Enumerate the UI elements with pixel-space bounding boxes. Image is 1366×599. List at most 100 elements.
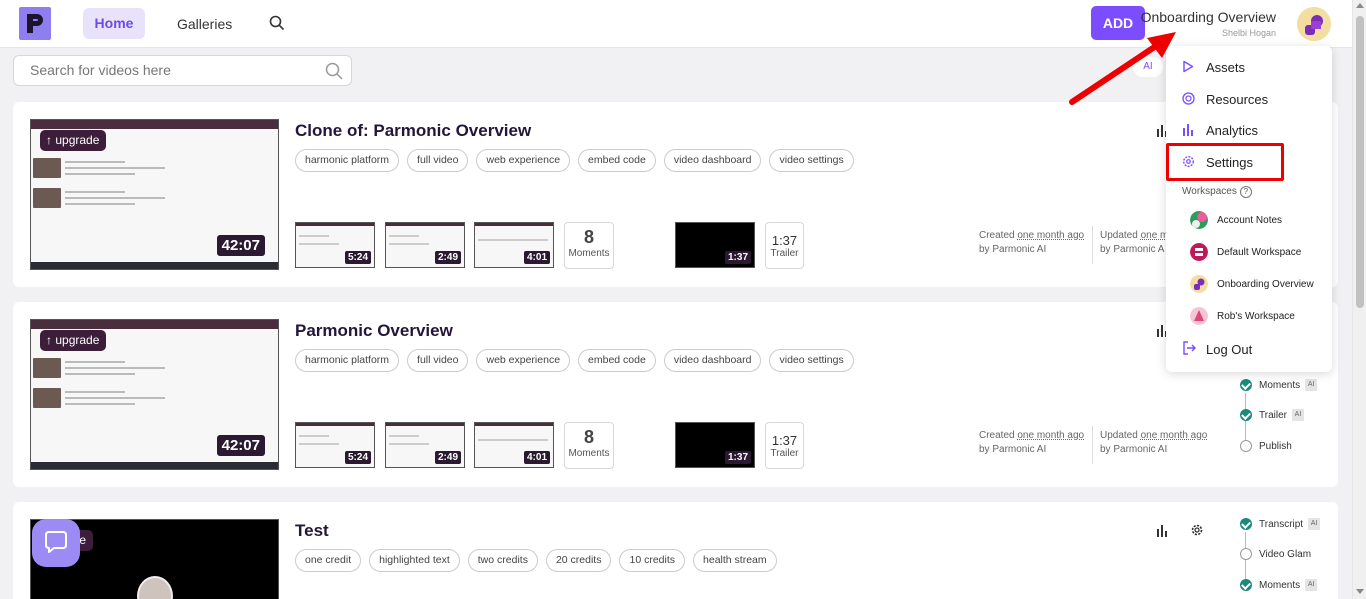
analytics-icon[interactable]: [1156, 523, 1170, 542]
tag-list: one credit highlighted text two credits …: [295, 549, 777, 572]
meta-divider: [1092, 226, 1093, 264]
workspace-title[interactable]: Onboarding Overview: [1141, 9, 1276, 25]
tag[interactable]: one credit: [295, 549, 362, 572]
tag[interactable]: 20 credits: [545, 549, 612, 572]
moments-count: 8: [583, 227, 594, 247]
trailer-box[interactable]: 1:37 Trailer: [765, 422, 804, 469]
step-label: Trailer: [1259, 410, 1287, 421]
moment-clip-thumbnail[interactable]: 5:24: [295, 422, 375, 468]
moments-count-box[interactable]: 8 Moments: [564, 422, 614, 469]
tag[interactable]: video dashboard: [663, 149, 762, 172]
ai-badge: AI: [1308, 518, 1321, 531]
check-icon: [1240, 379, 1252, 392]
settings-highlight-box: [1166, 143, 1284, 181]
step-label: Video Glam: [1259, 549, 1312, 560]
moment-clip-thumbnail[interactable]: 4:01: [474, 422, 554, 468]
moment-clip-thumbnail[interactable]: 5:24: [295, 222, 375, 268]
upgrade-badge[interactable]: ↑ upgrade: [40, 330, 107, 351]
workflow-step[interactable]: Moments AI: [1240, 579, 1318, 593]
chat-support-button[interactable]: [32, 519, 80, 567]
video-title[interactable]: Parmonic Overview: [295, 321, 453, 341]
help-icon[interactable]: ?: [1239, 186, 1252, 198]
moments-label: Moments: [568, 448, 610, 459]
workspace-dropdown-menu: Assets Resources Analytics Settings Work…: [1166, 46, 1332, 372]
moment-clip-thumbnail[interactable]: 2:49: [385, 422, 465, 468]
trailer-duration: 1:37: [724, 451, 751, 464]
tag[interactable]: web experience: [476, 349, 571, 372]
step-label: Publish: [1259, 441, 1292, 452]
tag[interactable]: health stream: [693, 549, 777, 572]
workspace-item[interactable]: Default Workspace: [1190, 243, 1301, 263]
trailer-box[interactable]: 1:37 Trailer: [765, 222, 804, 269]
tag[interactable]: embed code: [578, 149, 656, 172]
search-icon[interactable]: [325, 62, 343, 85]
video-search-box: [13, 55, 352, 86]
search-icon[interactable]: [269, 15, 285, 36]
tag[interactable]: 10 credits: [619, 549, 686, 572]
menu-item-resources[interactable]: Resources: [1182, 91, 1268, 111]
scroll-up-arrow-icon[interactable]: [1356, 3, 1364, 8]
scrollbar-thumb[interactable]: [1356, 16, 1364, 308]
gear-icon[interactable]: [1190, 523, 1204, 542]
tag[interactable]: full video: [407, 349, 469, 372]
workflow-step[interactable]: Publish: [1240, 440, 1292, 454]
nav-home-tab[interactable]: Home: [83, 8, 145, 39]
workspace-avatar: [1190, 275, 1208, 294]
created-info: Created one month ago by Parmonic AI: [979, 230, 1085, 255]
tag[interactable]: web experience: [476, 149, 571, 172]
step-label: Transcript: [1259, 519, 1304, 530]
workspace-avatar: [1190, 243, 1208, 262]
tag[interactable]: video settings: [769, 149, 854, 172]
tag[interactable]: two credits: [467, 549, 538, 572]
workflow-step[interactable]: Video Glam: [1240, 548, 1311, 562]
menu-item-analytics[interactable]: Analytics: [1182, 122, 1258, 142]
scroll-down-arrow-icon[interactable]: [1356, 589, 1364, 594]
tag[interactable]: embed code: [578, 349, 656, 372]
video-card[interactable]: ↑ upgrade 42:07 Clone of: Parmonic Overv…: [13, 102, 1338, 287]
ai-badge: AI: [1305, 579, 1318, 592]
moment-clip-thumbnail[interactable]: 4:01: [474, 222, 554, 268]
tag[interactable]: harmonic platform: [295, 149, 400, 172]
parmonic-logo[interactable]: [19, 7, 51, 40]
clip-duration: 5:24: [344, 451, 371, 464]
video-title[interactable]: Test: [295, 521, 329, 541]
menu-item-logout[interactable]: Log Out: [1182, 341, 1252, 361]
video-card[interactable]: ↑ upgrade 42:07 Parmonic Overview harmon…: [13, 302, 1338, 487]
menu-item-assets[interactable]: Assets: [1182, 59, 1245, 79]
tag[interactable]: harmonic platform: [295, 349, 400, 372]
nav-galleries-tab[interactable]: Galleries: [177, 16, 232, 32]
page-scrollbar[interactable]: [1352, 0, 1366, 599]
video-card[interactable]: ↑ grade Test one credit highlighted text…: [13, 502, 1338, 599]
video-search-input[interactable]: [30, 62, 320, 78]
clip-duration: 5:24: [344, 251, 371, 264]
upgrade-badge[interactable]: ↑ upgrade: [40, 130, 107, 151]
trailer-time: 1:37: [771, 433, 798, 448]
video-duration: 42:07: [216, 235, 265, 256]
workflow-step[interactable]: Trailer AI: [1240, 409, 1304, 423]
workflow-step[interactable]: Moments AI: [1240, 379, 1318, 393]
workspace-item[interactable]: Account Notes: [1190, 211, 1282, 231]
workspaces-section-label: Workspaces?: [1182, 186, 1252, 198]
trailer-label: Trailer: [770, 448, 799, 459]
video-thumbnail[interactable]: ↑ upgrade 42:07: [30, 319, 279, 470]
workspace-item[interactable]: Onboarding Overview: [1190, 275, 1314, 295]
trailer-thumbnail[interactable]: 1:37: [675, 422, 755, 468]
workspace-item[interactable]: Rob's Workspace: [1190, 307, 1295, 327]
tag[interactable]: video settings: [769, 349, 854, 372]
check-icon: [1240, 579, 1252, 592]
video-thumbnail[interactable]: ↑ upgrade 42:07: [30, 119, 279, 270]
clip-duration: 4:01: [523, 451, 550, 464]
tag[interactable]: full video: [407, 149, 469, 172]
moment-clip-thumbnail[interactable]: 2:49: [385, 222, 465, 268]
analytics-icon: [1182, 123, 1196, 139]
check-icon: [1240, 409, 1252, 422]
moments-count-box[interactable]: 8 Moments: [564, 222, 614, 269]
trailer-thumbnail[interactable]: 1:37: [675, 222, 755, 268]
workspace-avatar[interactable]: [1297, 7, 1331, 41]
logout-icon: [1182, 341, 1196, 358]
tag[interactable]: highlighted text: [369, 549, 460, 572]
workflow-step[interactable]: Transcript AI: [1240, 518, 1321, 532]
video-title[interactable]: Clone of: Parmonic Overview: [295, 121, 531, 141]
workspace-avatar: [1190, 211, 1208, 230]
tag[interactable]: video dashboard: [663, 349, 762, 372]
